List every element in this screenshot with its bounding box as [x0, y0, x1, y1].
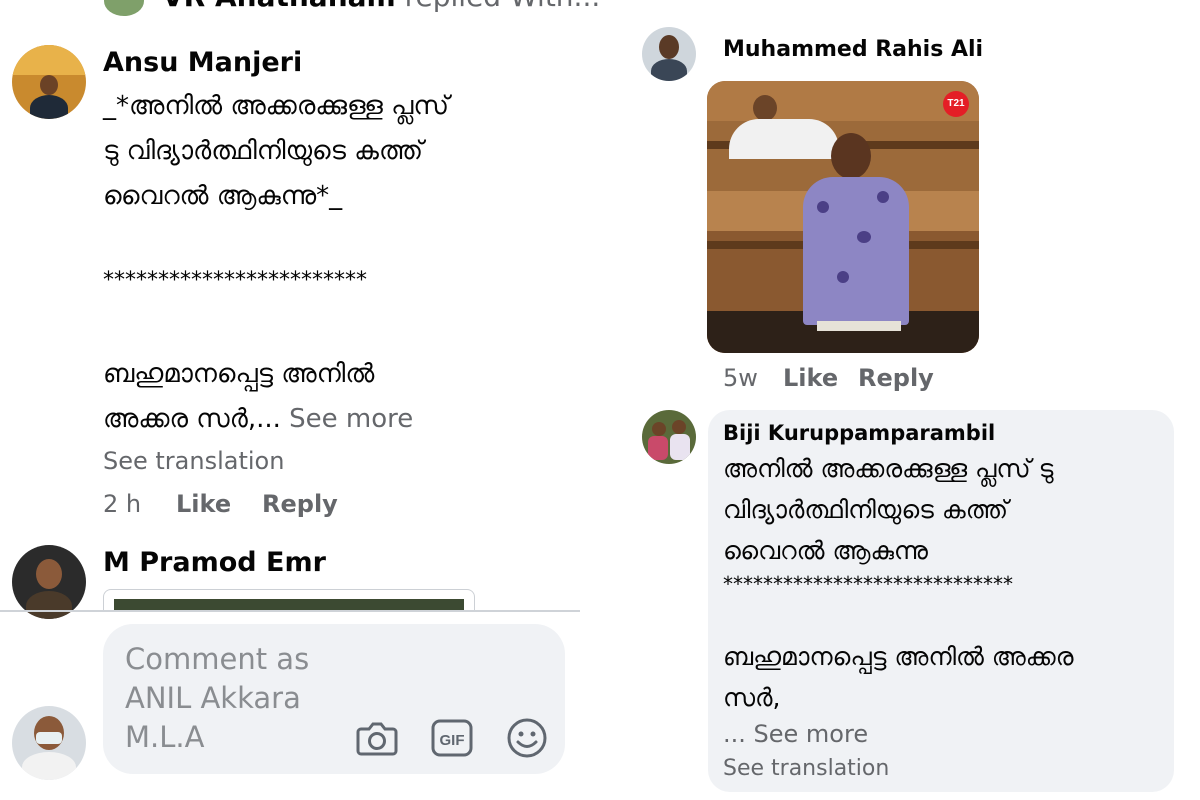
comment-stars: ************************	[103, 268, 367, 293]
comment-stars-right-2: *****************************	[723, 572, 1013, 596]
comment-timestamp-right-1: 5w	[723, 364, 758, 392]
comment-author-2[interactable]: M Pramod Emr	[103, 547, 326, 578]
comment-text-right-2: അനിൽ അക്കരക്കുള്ള പ്ലസ് ടു വിദ്യാർത്ഥിനി…	[723, 454, 1054, 565]
video-thumbnail[interactable]: T21	[707, 81, 979, 353]
channel-badge-label: T21	[947, 98, 965, 109]
gif-icon[interactable]: GIF	[430, 716, 474, 760]
comment-text: _*അനിൽ അക്കരക്കുള്ള പ്ലസ് ടു വിദ്യാർത്ഥി…	[103, 91, 450, 211]
comment-author-right-2[interactable]: Biji Kuruppamparambil	[723, 421, 995, 445]
top-partial-suffix: replied With...	[405, 0, 601, 13]
comment-author-right-1[interactable]: Muhammed Rahis Ali	[723, 37, 983, 62]
like-button[interactable]: Like	[176, 490, 231, 518]
current-user-avatar	[12, 706, 86, 780]
top-partial-reply[interactable]: VR Anathanam replied With...	[162, 0, 600, 13]
composer-divider	[0, 610, 580, 612]
see-more-link-right-2[interactable]: ... See more	[723, 720, 868, 748]
avatar-top-partial[interactable]	[104, 0, 144, 16]
camera-icon[interactable]	[355, 716, 399, 760]
see-translation-link-right-2[interactable]: See translation	[723, 756, 889, 781]
see-translation-link[interactable]: See translation	[103, 447, 284, 475]
avatar-muhammed-rahis-ali[interactable]	[642, 27, 696, 81]
comment-timestamp: 2 h	[103, 490, 142, 518]
comment-text-2-right-2: ബഹുമാനപ്പെട്ട അനിൽ അക്കര സർ,	[723, 642, 1074, 712]
comment-author[interactable]: Ansu Manjeri	[103, 47, 302, 78]
comment-input-placeholder: Comment as ANIL Akkara M.L.A	[125, 642, 310, 754]
emoji-icon[interactable]	[505, 716, 549, 760]
like-button-right-1[interactable]: Like	[783, 364, 838, 392]
reply-button[interactable]: Reply	[262, 490, 338, 518]
comment-input[interactable]: Comment as ANIL Akkara M.L.A GIF	[103, 624, 565, 774]
comment-2-media-preview[interactable]	[103, 589, 475, 611]
top-partial-name: VR Anathanam	[162, 0, 396, 13]
comment-text-2: ബഹുമാനപ്പെട്ട അനിൽ അക്കര സർ,... See more	[103, 352, 573, 442]
see-more-link[interactable]: See more	[289, 404, 413, 434]
avatar-m-pramod-emr[interactable]	[12, 545, 86, 619]
avatar-ansu-manjeri[interactable]	[12, 45, 86, 119]
svg-text:GIF: GIF	[440, 732, 465, 749]
avatar-biji-kuruppamparambil[interactable]	[642, 410, 696, 464]
reply-button-right-1[interactable]: Reply	[858, 364, 934, 392]
channel-badge: T21	[943, 91, 969, 117]
